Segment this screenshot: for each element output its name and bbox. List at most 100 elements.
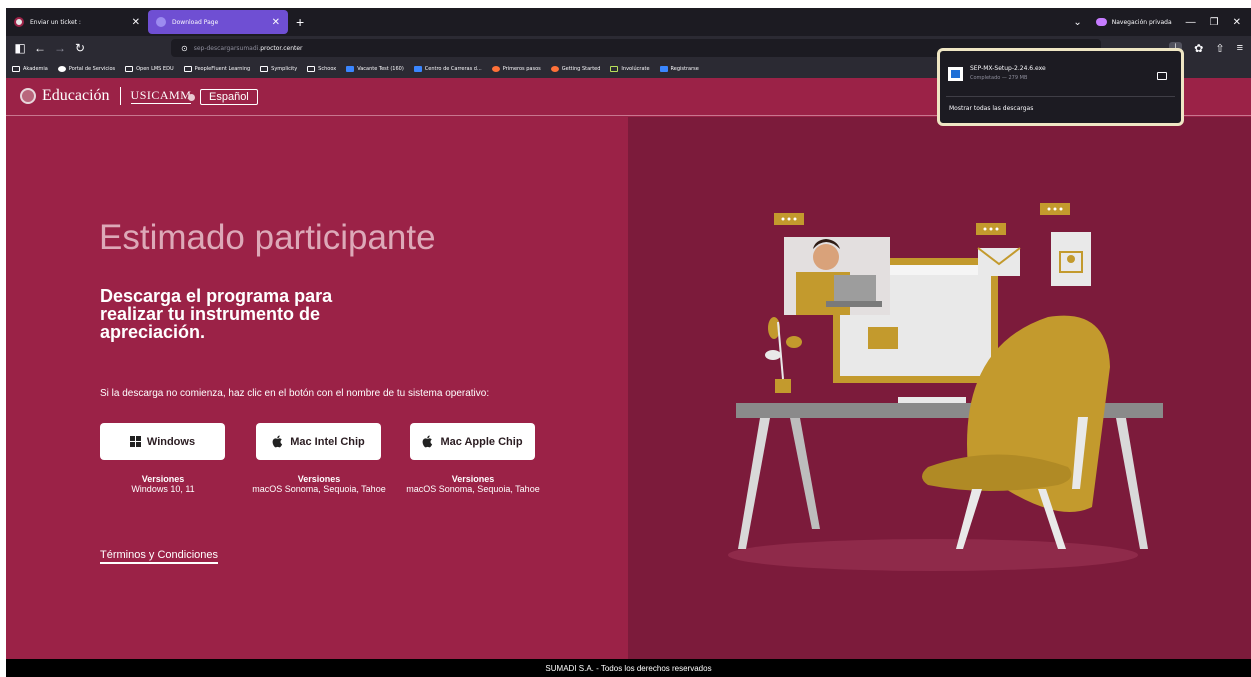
bookmark-label: Primeros pasos xyxy=(502,66,541,72)
bookmark-label: Portal de Servicios xyxy=(68,66,116,72)
mac-apple-chip-download-button[interactable]: Mac Apple Chip xyxy=(410,423,535,460)
firefox-icon xyxy=(550,66,559,72)
download-page: Educación USICAMM Español Estimado parti… xyxy=(6,78,1251,659)
footer: SUMADI S.A. - Todos los derechos reserva… xyxy=(6,659,1251,677)
folder-icon xyxy=(12,66,20,72)
forward-button[interactable]: → xyxy=(50,41,70,55)
tab-enviar-ticket[interactable]: Enviar un ticket : ✕ xyxy=(6,10,148,34)
desk-illustration xyxy=(728,203,1163,571)
government-seal-icon xyxy=(20,88,36,104)
windows-versions: Versiones Windows 10, 11 xyxy=(93,474,233,494)
tab-close-icon[interactable]: ✕ xyxy=(272,17,280,28)
button-label: Windows xyxy=(146,435,196,448)
educacion-logo[interactable]: Educación USICAMM xyxy=(20,87,192,105)
private-browsing-indicator: Navegación privada xyxy=(1095,18,1172,26)
private-label: Navegación privada xyxy=(1111,18,1172,26)
versions-text: macOS Sonoma, Sequoia, Tahoe xyxy=(406,484,540,494)
folder-icon xyxy=(125,66,134,72)
footer-text: SUMADI S.A. - Todos los derechos reserva… xyxy=(545,664,712,673)
instructions-text: Si la descarga no comienza, haz clic en … xyxy=(100,388,490,399)
versions-title: Versiones xyxy=(451,474,495,484)
bookmark-getting-started[interactable]: Getting Started xyxy=(550,66,601,72)
download-file-name: SEP-MX-Setup-2.24.6.exe xyxy=(970,65,1046,72)
download-status: Completado — 279 MB xyxy=(970,75,1028,81)
url-prefix: sep-descargarsumadi. xyxy=(193,44,261,52)
windows-download-button[interactable]: Windows xyxy=(100,423,225,460)
bookmark-vacante-test[interactable]: Vacante Test (160) xyxy=(346,66,404,72)
bookmark-label: Schoox xyxy=(318,66,337,72)
bookmark-centro-carreras[interactable]: Centro de Carreras d... xyxy=(413,66,482,72)
sidebar-toggle-icon[interactable]: ◧ xyxy=(10,41,30,55)
language-selector[interactable]: Español xyxy=(188,89,258,105)
folder-icon xyxy=(260,66,269,72)
bookmark-label: Involúcrate xyxy=(621,66,650,72)
bookmark-involucrate[interactable]: Involúcrate xyxy=(610,66,650,72)
bookmark-symplicity[interactable]: Symplicity xyxy=(260,66,297,72)
versions-title: Versiones xyxy=(297,474,341,484)
tab-title: Enviar un ticket : xyxy=(30,18,81,26)
tab-close-icon[interactable]: ✕ xyxy=(132,17,140,28)
installer-file-icon xyxy=(948,67,963,81)
extensions-icon[interactable]: ✿ xyxy=(1194,42,1203,55)
bookmark-label: Centro de Carreras d... xyxy=(424,66,482,72)
bookmark-label: Symplicity xyxy=(271,66,298,72)
tab-download-page[interactable]: Download Page ✕ xyxy=(148,10,288,34)
bookmark-open-lms[interactable]: Open LMS EDU xyxy=(125,66,174,72)
page-icon xyxy=(413,66,422,72)
restore-button[interactable]: ❐ xyxy=(1210,17,1219,28)
mac-intel-download-button[interactable]: Mac Intel Chip xyxy=(256,423,381,460)
bookmark-primeros-pasos[interactable]: Primeros pasos xyxy=(491,66,541,72)
tab-title: Download Page xyxy=(172,18,219,26)
windows-icon xyxy=(129,436,141,447)
versions-text: Windows 10, 11 xyxy=(131,484,195,494)
logo-divider xyxy=(119,87,121,105)
bookmark-label: PeopleFluent Learning xyxy=(194,66,251,72)
new-tab-button[interactable]: + xyxy=(288,14,312,30)
mac-apple-chip-versions: Versiones macOS Sonoma, Sequoia, Tahoe xyxy=(403,474,543,494)
bookmark-label: Open LMS EDU xyxy=(136,66,174,72)
close-window-button[interactable]: ✕ xyxy=(1233,17,1241,28)
bookmark-label: Getting Started xyxy=(561,66,601,72)
firefox-icon xyxy=(491,66,500,72)
back-button[interactable]: ← xyxy=(30,41,50,55)
menu-icon[interactable]: ≡ xyxy=(1237,42,1243,54)
url-host: proctor.center xyxy=(260,44,303,52)
versions-text: macOS Sonoma, Sequoia, Tahoe xyxy=(252,484,386,494)
bookmark-akademia[interactable]: Akademia xyxy=(12,66,48,72)
bookmark-portal-servicios[interactable]: Portal de Servicios xyxy=(57,66,116,72)
reload-button[interactable]: ↻ xyxy=(70,41,90,55)
divider xyxy=(946,96,1175,97)
bookmark-peoplefluent[interactable]: PeopleFluent Learning xyxy=(183,66,251,72)
open-folder-icon[interactable] xyxy=(1157,72,1167,80)
site-info-icon[interactable]: ⊙ xyxy=(181,44,188,53)
language-label: Español xyxy=(200,89,258,105)
portal-icon xyxy=(57,66,66,72)
page-icon xyxy=(346,66,355,72)
list-tabs-chevron-icon[interactable]: ⌄ xyxy=(1073,17,1081,28)
bookmark-label: Registrarse xyxy=(670,66,699,72)
bookmark-schoox[interactable]: Schoox xyxy=(307,66,336,72)
page-title: Estimado participante xyxy=(99,218,436,257)
page-subtitle: Descarga el programa para realizar tu in… xyxy=(100,286,333,342)
share-icon[interactable]: ⇧ xyxy=(1215,42,1224,55)
bookmark-label: Akademia xyxy=(23,66,48,72)
private-mask-icon xyxy=(1095,18,1107,26)
apple-icon xyxy=(272,435,283,448)
ticket-favicon-icon xyxy=(14,17,24,27)
downloads-panel: SEP-MX-Setup-2.24.6.exe Completado — 279… xyxy=(937,48,1184,126)
button-label: Mac Intel Chip xyxy=(290,435,365,448)
minimize-button[interactable]: — xyxy=(1186,17,1196,28)
browser-tab-bar: Enviar un ticket : ✕ Download Page ✕ + ⌄… xyxy=(6,8,1251,36)
logo-usicamm: USICAMM xyxy=(130,88,192,104)
involucrate-icon xyxy=(610,66,619,72)
bookmark-registrarse[interactable]: Registrarse xyxy=(659,66,699,72)
logo-text: Educación xyxy=(42,87,110,104)
folder-icon xyxy=(183,66,192,72)
terms-link[interactable]: Términos y Condiciones xyxy=(100,549,218,564)
page-icon xyxy=(659,66,668,72)
download-favicon-icon xyxy=(156,17,166,27)
left-panel: Estimado participante Descarga el progra… xyxy=(6,117,628,659)
globe-icon xyxy=(188,93,195,101)
download-item[interactable]: SEP-MX-Setup-2.24.6.exe Completado — 279… xyxy=(948,65,1046,81)
show-all-downloads-link[interactable]: Mostrar todas las descargas xyxy=(949,105,1033,112)
